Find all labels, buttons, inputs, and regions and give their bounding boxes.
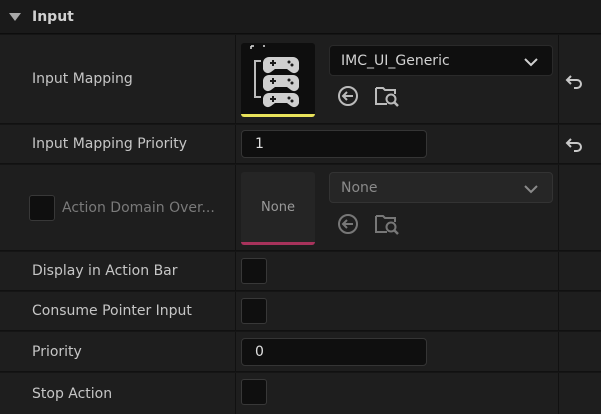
display-in-action-bar-checkbox[interactable] <box>241 258 267 284</box>
input-mapping-priority-input[interactable]: 1 <box>241 130 427 158</box>
action-domain-label: Action Domain Over... <box>62 199 215 216</box>
use-selected-arrow-icon[interactable] <box>335 211 361 237</box>
reset-column-divider <box>558 165 559 250</box>
reset-column-divider <box>558 125 559 163</box>
column-divider <box>235 373 236 414</box>
input-mapping-combo[interactable]: IMC_UI_Generic <box>329 45 553 76</box>
row-stop-action: Stop Action <box>0 373 601 414</box>
consume-pointer-input-label: Consume Pointer Input <box>32 303 192 319</box>
input-mapping-accent-bar <box>241 114 315 117</box>
action-domain-combo[interactable]: None <box>329 172 553 203</box>
reset-arrow-icon[interactable] <box>563 70 585 92</box>
section-header-input[interactable]: Input <box>0 0 601 34</box>
stop-action-checkbox[interactable] <box>241 379 267 405</box>
display-in-action-bar-label: Display in Action Bar <box>32 263 178 279</box>
column-divider <box>235 165 236 250</box>
triangle-down-icon[interactable] <box>3 12 27 21</box>
row-priority: Priority 0 <box>0 332 601 372</box>
reset-column-divider <box>558 252 559 290</box>
reset-arrow-icon[interactable] <box>563 133 585 155</box>
input-mapping-label: Input Mapping <box>32 71 133 87</box>
input-mapping-priority-value: 1 <box>255 136 264 152</box>
chevron-down-icon <box>524 55 538 71</box>
row-input-mapping: Input Mapping IMC_UI_Generic <box>0 35 601 124</box>
use-selected-arrow-icon[interactable] <box>335 83 361 109</box>
consume-pointer-input-checkbox[interactable] <box>241 298 267 324</box>
column-divider <box>235 125 236 163</box>
priority-value: 0 <box>255 344 264 360</box>
row-action-domain-override: Action Domain Over... None None <box>0 165 601 251</box>
gamepad-stack-icon <box>250 45 299 108</box>
action-domain-thumb-text: None <box>261 199 295 215</box>
input-mapping-value: IMC_UI_Generic <box>341 52 450 69</box>
reset-column-divider <box>558 35 559 123</box>
section-title: Input <box>32 8 74 25</box>
input-mapping-thumbnail[interactable] <box>241 43 315 117</box>
column-divider <box>235 292 236 330</box>
reset-column-divider <box>558 373 559 414</box>
chevron-down-icon <box>524 182 538 198</box>
action-domain-override-checkbox[interactable] <box>29 195 55 221</box>
column-divider <box>235 35 236 123</box>
row-input-mapping-priority: Input Mapping Priority 1 <box>0 125 601 164</box>
column-divider <box>235 332 236 371</box>
action-domain-value: None <box>341 179 378 196</box>
reset-column-divider <box>558 332 559 371</box>
priority-label: Priority <box>32 343 82 360</box>
row-consume-pointer-input: Consume Pointer Input <box>0 292 601 331</box>
column-divider <box>235 252 236 290</box>
browse-folder-icon[interactable] <box>374 211 400 237</box>
stop-action-label: Stop Action <box>32 385 113 402</box>
action-domain-thumbnail[interactable]: None <box>241 172 315 245</box>
browse-folder-icon[interactable] <box>374 83 400 109</box>
input-mapping-priority-label: Input Mapping Priority <box>32 136 188 152</box>
priority-input[interactable]: 0 <box>241 338 427 366</box>
row-display-in-action-bar: Display in Action Bar <box>0 252 601 291</box>
action-domain-accent-bar <box>241 242 315 245</box>
reset-column-divider <box>558 292 559 330</box>
